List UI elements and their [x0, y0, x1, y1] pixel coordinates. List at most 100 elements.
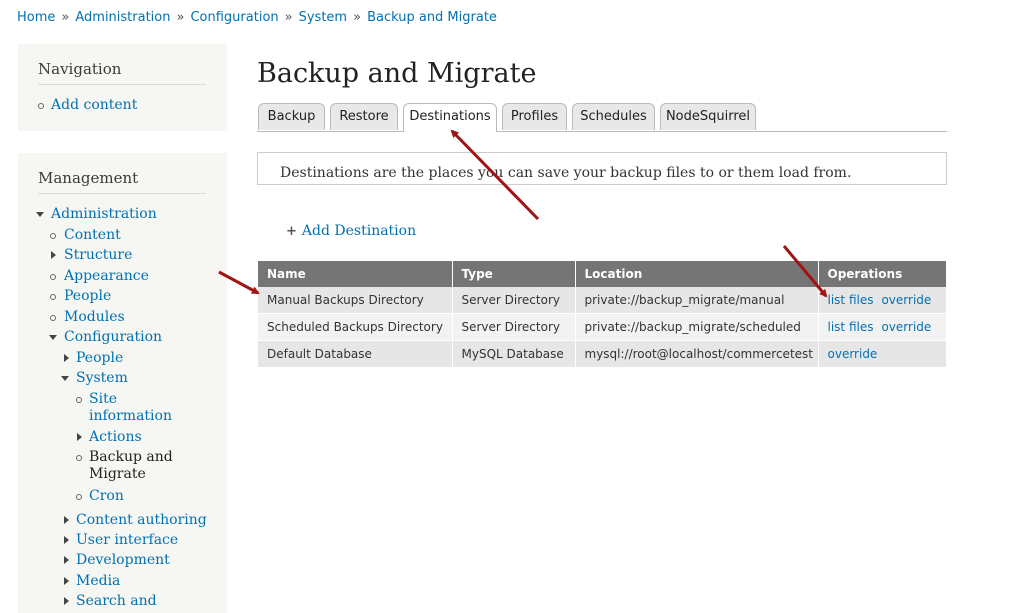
menu-link-structure[interactable]: Structure [64, 247, 132, 263]
override-link[interactable]: override [881, 293, 931, 307]
intro-help-text: Destinations are the places you can save… [257, 152, 947, 185]
table-row: Manual Backups Directory Server Director… [258, 287, 947, 314]
override-link[interactable]: override [881, 320, 931, 334]
column-header-operations: Operations [818, 261, 947, 287]
menu-link-site-information[interactable]: Site information [89, 391, 172, 425]
add-content-link[interactable]: Add content [51, 97, 137, 113]
breadcrumb-separator: » [353, 10, 362, 25]
cell-name: Default Database [258, 340, 453, 368]
menu-item-administration[interactable]: Administration [36, 206, 157, 223]
add-destination-link[interactable]: Add Destination [302, 223, 416, 239]
tab-profiles[interactable]: Profiles [502, 103, 567, 130]
cell-operations: list files override [818, 313, 947, 341]
menu-link-modules[interactable]: Modules [64, 309, 125, 325]
menu-item-user-interface[interactable]: User interface [63, 532, 178, 549]
menu-item-system[interactable]: System [61, 370, 128, 387]
bullet-icon [50, 274, 56, 280]
collapsed-arrow-icon[interactable] [64, 597, 69, 605]
menu-link-administration[interactable]: Administration [51, 206, 157, 222]
navigation-block: Navigation Add content [18, 44, 227, 131]
tab-bar: Backup Restore Destinations Profiles Sch… [257, 103, 947, 132]
tab-destinations[interactable]: Destinations [403, 103, 497, 132]
menu-item-configuration[interactable]: Configuration [49, 329, 162, 346]
bullet-icon [50, 315, 56, 321]
menu-link-actions[interactable]: Actions [89, 429, 142, 445]
breadcrumb-separator: » [61, 10, 70, 25]
bullet-icon [38, 103, 44, 109]
breadcrumb-administration[interactable]: Administration [75, 10, 170, 25]
menu-link-configuration[interactable]: Configuration [64, 329, 162, 345]
collapsed-arrow-icon[interactable] [64, 577, 69, 585]
expanded-arrow-icon[interactable] [61, 376, 69, 381]
menu-link-config-people[interactable]: People [76, 350, 123, 366]
management-block-title: Management [38, 169, 206, 194]
cell-location: private://backup_migrate/manual [575, 287, 819, 314]
menu-link-site-information-line1: Site [89, 391, 117, 407]
breadcrumb-separator: » [284, 10, 293, 25]
breadcrumb-home[interactable]: Home [17, 10, 55, 25]
page-title: Backup and Migrate [257, 58, 537, 89]
column-header-name: Name [258, 261, 453, 287]
breadcrumb-configuration[interactable]: Configuration [190, 10, 278, 25]
table-header-row: Name Type Location Operations [258, 261, 947, 287]
menu-link-appearance[interactable]: Appearance [64, 268, 149, 284]
tab-backup[interactable]: Backup [258, 103, 325, 130]
menu-item-people[interactable]: People [50, 288, 111, 305]
override-link[interactable]: override [828, 347, 878, 361]
menu-item-content-authoring[interactable]: Content authoring [63, 512, 207, 529]
menu-link-user-interface[interactable]: User interface [76, 532, 178, 548]
collapsed-arrow-icon[interactable] [77, 433, 82, 441]
menu-item-backup-migrate[interactable]: Backup and Migrate [76, 449, 173, 483]
menu-item-media[interactable]: Media [63, 573, 120, 590]
menu-item-modules[interactable]: Modules [50, 309, 125, 326]
management-block: Management Administration Content Struct… [18, 153, 227, 613]
bullet-icon [76, 397, 82, 403]
collapsed-arrow-icon[interactable] [64, 354, 69, 362]
expanded-arrow-icon[interactable] [36, 212, 44, 217]
menu-link-system[interactable]: System [76, 370, 128, 386]
menu-item-appearance[interactable]: Appearance [50, 268, 149, 285]
menu-link-cron[interactable]: Cron [89, 488, 124, 504]
menu-link-media[interactable]: Media [76, 573, 120, 589]
collapsed-arrow-icon[interactable] [64, 536, 69, 544]
menu-link-content[interactable]: Content [64, 227, 121, 243]
menu-item-actions[interactable]: Actions [76, 429, 142, 446]
menu-link-backup-migrate[interactable]: Backup and Migrate [89, 449, 173, 483]
collapsed-arrow-icon[interactable] [51, 251, 56, 259]
menu-link-content-authoring[interactable]: Content authoring [76, 512, 207, 528]
menu-item-cron[interactable]: Cron [76, 488, 124, 505]
list-files-link[interactable]: list files [828, 293, 874, 307]
list-files-link[interactable]: list files [828, 320, 874, 334]
cell-type: MySQL Database [452, 340, 576, 368]
tab-restore[interactable]: Restore [330, 103, 398, 130]
collapsed-arrow-icon[interactable] [64, 556, 69, 564]
menu-link-backup-migrate-line2: Migrate [89, 466, 146, 482]
tab-nodesquirrel[interactable]: NodeSquirrel [660, 103, 756, 130]
add-destination-action[interactable]: + Add Destination [286, 223, 416, 239]
collapsed-arrow-icon[interactable] [64, 516, 69, 524]
menu-link-development[interactable]: Development [76, 552, 170, 568]
menu-link-site-information-line2: information [89, 408, 172, 424]
menu-item-structure[interactable]: Structure [50, 247, 132, 264]
bullet-icon [76, 455, 82, 461]
column-header-location: Location [575, 261, 819, 287]
menu-link-people[interactable]: People [64, 288, 111, 304]
breadcrumb-backup-migrate[interactable]: Backup and Migrate [367, 10, 497, 25]
cell-operations: override [818, 340, 947, 368]
nav-item-add-content: Add content [38, 97, 137, 114]
menu-item-config-people[interactable]: People [63, 350, 123, 367]
breadcrumb: Home » Administration » Configuration » System… [17, 10, 497, 25]
menu-item-search-and[interactable]: Search and [63, 593, 157, 610]
expanded-arrow-icon[interactable] [49, 335, 57, 340]
menu-item-development[interactable]: Development [63, 552, 170, 569]
destinations-table: Name Type Location Operations Manual Bac… [258, 261, 947, 368]
cell-type: Server Directory [452, 313, 576, 341]
tab-schedules[interactable]: Schedules [572, 103, 655, 130]
menu-item-content[interactable]: Content [50, 227, 121, 244]
bullet-icon [50, 294, 56, 300]
breadcrumb-system[interactable]: System [299, 10, 347, 25]
cell-type: Server Directory [452, 287, 576, 314]
menu-link-search-and[interactable]: Search and [76, 593, 157, 609]
menu-item-site-information[interactable]: Site information [76, 391, 172, 425]
table-row: Default Database MySQL Database mysql://… [258, 340, 947, 368]
